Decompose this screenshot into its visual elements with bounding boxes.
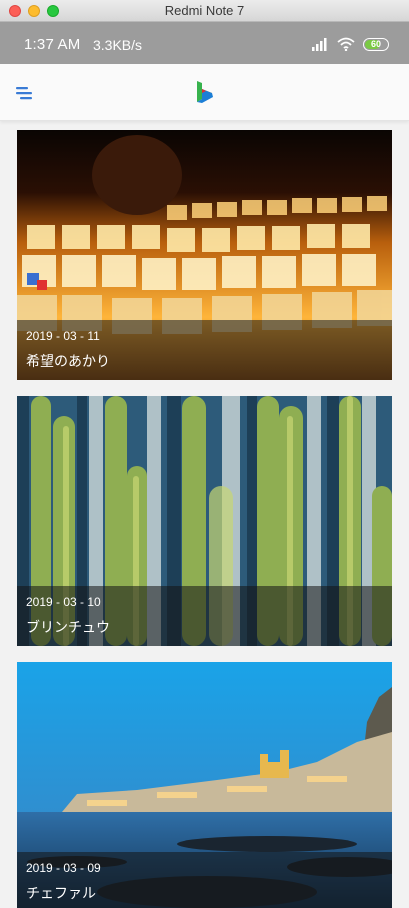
window-titlebar: Redmi Note 7 — [0, 0, 409, 22]
card-date: 2019 - 03 - 10 — [26, 595, 101, 609]
battery-level: 60 — [370, 39, 381, 49]
battery-icon: 60 — [363, 37, 389, 51]
status-icons: 60 — [311, 36, 389, 52]
card-caption: 2019 - 03 - 09 チェファル — [17, 852, 392, 908]
app-header — [0, 64, 409, 121]
wallpaper-feed: 2019 - 03 - 11 希望のあかり 2019 - 03 - 10 ブリン… — [17, 130, 392, 908]
status-bar: 1:37 AM 3.3KB/s 60 — [0, 22, 409, 64]
card-caption: 2019 - 03 - 10 ブリンチュウ — [17, 586, 392, 646]
cell-signal-icon — [312, 38, 327, 51]
wifi-icon — [337, 37, 355, 51]
menu-icon[interactable] — [14, 82, 36, 104]
wallpaper-card[interactable]: 2019 - 03 - 10 ブリンチュウ — [17, 396, 392, 646]
card-title: チェファル — [26, 885, 96, 901]
wallpaper-card[interactable]: 2019 - 03 - 09 チェファル — [17, 662, 392, 908]
bing-logo-icon — [197, 81, 213, 103]
card-date: 2019 - 03 - 09 — [26, 861, 101, 875]
card-title: ブリンチュウ — [26, 619, 110, 635]
wallpaper-card[interactable]: 2019 - 03 - 11 希望のあかり — [17, 130, 392, 380]
window-title: Redmi Note 7 — [164, 3, 245, 18]
status-time: 1:37 AM — [24, 36, 81, 53]
network-speed: 3.3KB/s — [93, 37, 143, 53]
card-date: 2019 - 03 - 11 — [26, 329, 100, 343]
card-caption: 2019 - 03 - 11 希望のあかり — [17, 320, 392, 380]
card-title: 希望のあかり — [26, 353, 110, 369]
